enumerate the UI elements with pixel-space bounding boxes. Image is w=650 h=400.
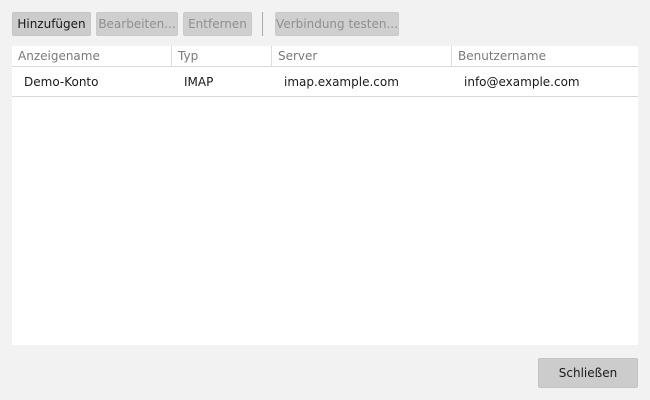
table-header: Anzeigename Typ Server Benutzername bbox=[12, 46, 638, 67]
column-header-server[interactable]: Server bbox=[271, 46, 451, 66]
toolbar-separator bbox=[262, 12, 263, 36]
cell-display-name: Demo-Konto bbox=[24, 75, 99, 89]
close-button[interactable]: Schließen bbox=[538, 358, 638, 388]
remove-button[interactable]: Entfernen bbox=[183, 12, 252, 36]
add-button[interactable]: Hinzufügen bbox=[12, 12, 91, 36]
test-connection-button[interactable]: Verbindung testen... bbox=[275, 12, 399, 36]
edit-button[interactable]: Bearbeiten... bbox=[96, 12, 178, 36]
column-header-type[interactable]: Typ bbox=[171, 46, 271, 66]
table-row[interactable]: Demo-Konto IMAP imap.example.com info@ex… bbox=[12, 67, 638, 97]
column-header-display-name[interactable]: Anzeigename bbox=[12, 46, 171, 66]
cell-username: info@example.com bbox=[464, 75, 580, 89]
column-header-username[interactable]: Benutzername bbox=[451, 46, 638, 66]
toolbar: Hinzufügen Bearbeiten... Entfernen Verbi… bbox=[12, 12, 399, 36]
cell-server: imap.example.com bbox=[284, 75, 399, 89]
cell-type: IMAP bbox=[184, 75, 214, 89]
accounts-table[interactable]: Anzeigename Typ Server Benutzername Demo… bbox=[12, 46, 638, 345]
